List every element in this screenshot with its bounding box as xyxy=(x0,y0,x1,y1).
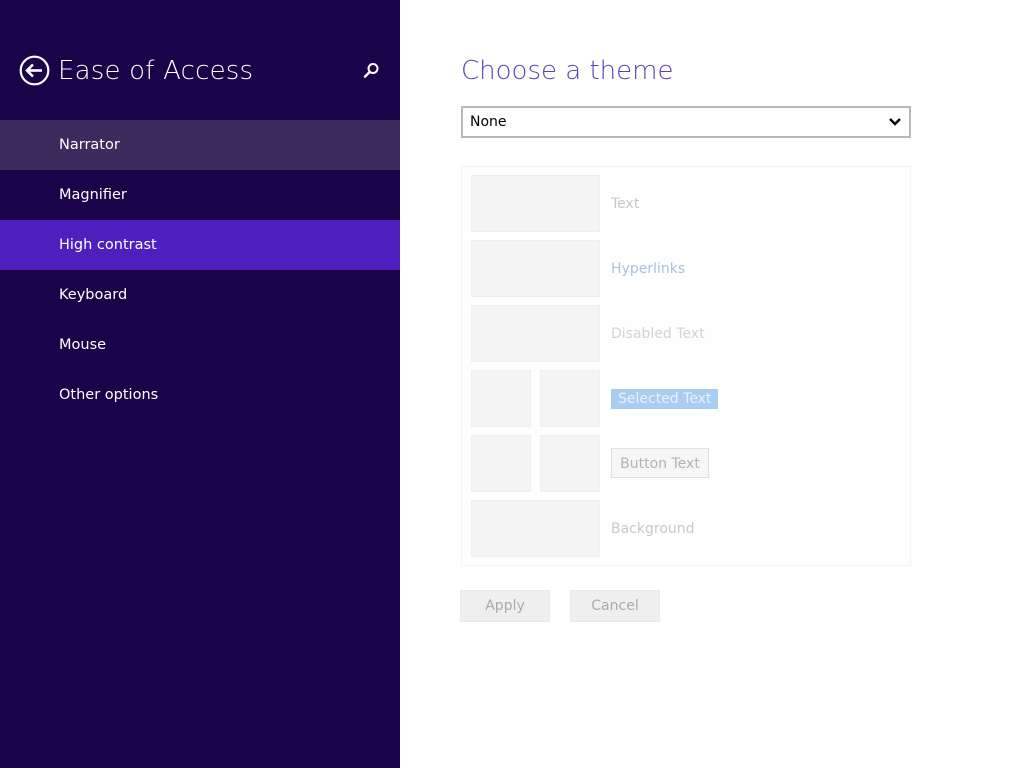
selected-text-foreground-swatch[interactable] xyxy=(471,370,531,427)
background-preview-label: Background xyxy=(611,521,695,537)
selected-text-background-swatch[interactable] xyxy=(540,370,600,427)
search-icon xyxy=(360,60,382,82)
navigation-pane: Ease of Access Narrator Magnifier High c… xyxy=(0,0,400,768)
chevron-down-icon xyxy=(889,117,901,127)
button-text-background-swatch[interactable] xyxy=(540,435,600,492)
theme-dropdown-value: None xyxy=(470,114,507,130)
nav-item-label: Other options xyxy=(59,387,159,403)
nav-item-label: Mouse xyxy=(59,337,107,353)
text-preview-label: Text xyxy=(611,196,640,212)
apply-button[interactable]: Apply xyxy=(460,590,550,622)
nav-item-high-contrast[interactable]: High contrast xyxy=(0,220,400,270)
nav-item-mouse[interactable]: Mouse xyxy=(0,320,400,370)
nav-list: Narrator Magnifier High contrast Keyboar… xyxy=(0,120,400,420)
page-title: Choose a theme xyxy=(461,56,674,86)
background-color-swatch[interactable] xyxy=(471,500,600,557)
cancel-button[interactable]: Cancel xyxy=(570,590,660,622)
hyperlinks-preview-label: Hyperlinks xyxy=(611,261,686,277)
back-button[interactable] xyxy=(19,55,50,86)
button-text-preview: Button Text xyxy=(611,448,709,478)
nav-item-label: Magnifier xyxy=(59,187,127,203)
disabled-text-color-swatch[interactable] xyxy=(471,305,600,362)
search-button[interactable] xyxy=(360,60,382,82)
nav-title: Ease of Access xyxy=(58,56,254,86)
nav-item-label: Keyboard xyxy=(59,287,128,303)
nav-item-label: Narrator xyxy=(59,137,120,153)
selected-text-preview-label: Selected Text xyxy=(611,389,719,409)
nav-header: Ease of Access xyxy=(0,0,400,120)
pc-settings-window: Ease of Access Narrator Magnifier High c… xyxy=(0,0,1024,768)
theme-dropdown[interactable]: None xyxy=(461,106,911,138)
nav-item-narrator[interactable]: Narrator xyxy=(0,120,400,170)
nav-item-label: High contrast xyxy=(59,237,157,253)
back-arrow-icon xyxy=(19,55,50,86)
nav-item-magnifier[interactable]: Magnifier xyxy=(0,170,400,220)
disabled-text-preview-label: Disabled Text xyxy=(611,326,705,342)
content-pane: Choose a theme None Text Hyperlinks Disa… xyxy=(400,0,1024,768)
nav-item-other-options[interactable]: Other options xyxy=(0,370,400,420)
theme-preview-panel: Text Hyperlinks Disabled Text Selected T… xyxy=(461,166,911,566)
button-text-foreground-swatch[interactable] xyxy=(471,435,531,492)
text-color-swatch[interactable] xyxy=(471,175,600,232)
nav-item-keyboard[interactable]: Keyboard xyxy=(0,270,400,320)
hyperlinks-color-swatch[interactable] xyxy=(471,240,600,297)
